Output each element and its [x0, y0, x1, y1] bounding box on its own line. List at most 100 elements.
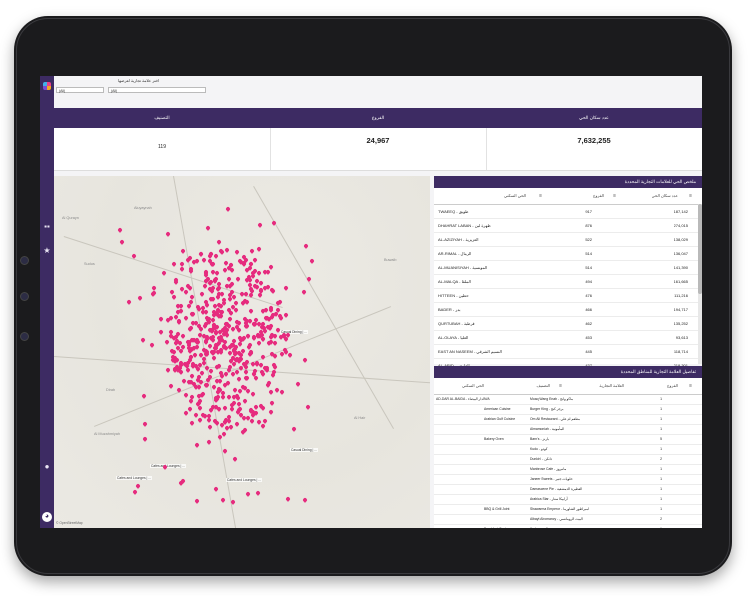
table-row[interactable]: AD-DAR AL-BAIDA - الدار البيضاء N/A Moaq W… — [434, 395, 702, 405]
map-pin[interactable] — [243, 267, 250, 273]
map-pin[interactable] — [187, 398, 194, 405]
table-row[interactable]: AR-RIMAL - الرمال 514 136,047 — [434, 247, 702, 261]
table-row[interactable]: AL-OLAYA - العليا 453 93,613 — [434, 331, 702, 345]
map-pin[interactable] — [244, 374, 251, 381]
map-pin[interactable] — [215, 294, 221, 300]
map-pin[interactable] — [164, 230, 171, 237]
table-row[interactable]: AL-AZIZIYAH - العزيزية 522 138,029 — [434, 233, 702, 247]
map-pin[interactable] — [226, 315, 233, 322]
map-pin[interactable] — [212, 485, 219, 492]
map-pin[interactable] — [282, 336, 289, 343]
table-row[interactable]: EAST AN NASEEM - النسيم الشرقي 445 118,714 — [434, 345, 702, 359]
table-row[interactable]: AL-MALQA - الملقا 494 161,665 — [434, 275, 702, 289]
map-pin[interactable] — [248, 349, 255, 355]
mic-icon[interactable]: ● — [40, 462, 54, 472]
map-pin[interactable] — [249, 248, 255, 255]
map-pin[interactable] — [283, 312, 289, 318]
map-pin[interactable] — [267, 408, 274, 415]
map-pin[interactable] — [198, 326, 205, 333]
table-row[interactable]: Janeer Sweets - حلويات جنير 1 — [434, 475, 702, 485]
table-row[interactable]: Dunkin' - دانكن 2 — [434, 455, 702, 465]
map-pin[interactable] — [237, 405, 244, 412]
map-pin[interactable] — [247, 341, 253, 348]
map-pin[interactable] — [230, 499, 237, 505]
map-pin[interactable] — [192, 351, 199, 358]
map-pin[interactable] — [183, 410, 190, 417]
map-pin[interactable] — [180, 333, 187, 339]
map-pin[interactable] — [301, 289, 307, 295]
map-pin[interactable] — [259, 404, 266, 411]
map-pin[interactable] — [285, 496, 292, 502]
map-pin[interactable] — [257, 280, 264, 286]
branch-map[interactable]: Al Qurayn Sudus Buwaib Aluyaynah Al Muza… — [54, 176, 430, 528]
map-pin[interactable] — [228, 424, 235, 430]
map-pin[interactable] — [216, 405, 222, 412]
map-pin[interactable] — [193, 442, 200, 448]
map-pin[interactable] — [270, 288, 277, 295]
map-pin[interactable] — [290, 426, 297, 432]
map-pin[interactable] — [256, 270, 263, 276]
table-row[interactable]: AL-MUANISIYAH - المونسية 514 141,390 — [434, 261, 702, 275]
map-pin[interactable] — [196, 416, 203, 423]
map-pin[interactable] — [180, 377, 187, 384]
map-pin[interactable] — [183, 315, 190, 321]
map-pin[interactable] — [295, 381, 301, 388]
map-pin[interactable] — [250, 390, 256, 397]
table-row[interactable]: Albayt Alromancy - البيت الرومانسي 2 — [434, 515, 702, 525]
map-pin[interactable] — [164, 367, 171, 374]
map-pin[interactable] — [119, 239, 126, 245]
map-pin[interactable] — [136, 295, 143, 301]
map-pin[interactable] — [170, 261, 177, 267]
map-pin[interactable] — [208, 368, 215, 375]
map-pin[interactable] — [214, 270, 221, 277]
map-pin[interactable] — [135, 483, 141, 490]
map-pin[interactable] — [199, 291, 205, 297]
map-pin[interactable] — [231, 293, 237, 300]
map-pin[interactable] — [207, 424, 213, 431]
map-pin[interactable] — [203, 308, 209, 315]
map-pin[interactable] — [184, 257, 191, 263]
map-pin[interactable] — [225, 205, 231, 212]
map-pin[interactable] — [249, 418, 255, 425]
table-row[interactable]: Almamoniah - المأمونية 1 — [434, 425, 702, 435]
map-pin[interactable] — [131, 489, 138, 496]
map-pin[interactable] — [161, 269, 168, 276]
map-pin[interactable] — [278, 389, 285, 395]
map-pin[interactable] — [252, 257, 259, 263]
map-pin[interactable] — [234, 420, 241, 427]
map-pin[interactable] — [189, 420, 195, 427]
map-pin[interactable] — [270, 368, 277, 375]
map-pin[interactable] — [210, 354, 217, 361]
map-pin[interactable] — [282, 284, 289, 291]
table-row[interactable]: Manbrose Cafe - مانبروز 1 — [434, 465, 702, 475]
map-pin[interactable] — [257, 222, 263, 228]
map-pin[interactable] — [253, 375, 259, 382]
map-pin[interactable] — [185, 367, 191, 373]
map-pin[interactable] — [193, 497, 200, 504]
map-pin[interactable] — [242, 398, 248, 405]
map-pin[interactable] — [180, 248, 186, 254]
filter-icon[interactable]: ≡ — [689, 188, 692, 204]
table-row[interactable]: Damascene Pie - الفطيرة الدمشقية 1 — [434, 485, 702, 495]
map-pin[interactable] — [126, 299, 133, 306]
filter-icon[interactable]: ≡ — [559, 378, 562, 394]
map-pin[interactable] — [163, 339, 170, 345]
map-pin[interactable] — [235, 376, 242, 382]
map-pin[interactable] — [171, 294, 178, 301]
map-pin[interactable] — [205, 225, 211, 232]
table-row[interactable]: Arabica Star - أرابيكا ستار 1 — [434, 495, 702, 505]
map-pin[interactable] — [232, 456, 238, 463]
map-pin[interactable] — [256, 246, 263, 253]
star-icon[interactable]: ★ — [40, 246, 54, 256]
map-pin[interactable] — [189, 373, 196, 380]
map-pin[interactable] — [233, 307, 239, 314]
category-select[interactable]: (All) — [108, 87, 206, 93]
map-pin[interactable] — [287, 352, 294, 358]
map-pin[interactable] — [222, 405, 228, 412]
map-pin[interactable] — [308, 258, 315, 265]
table-row[interactable]: HITTEEN - حطين 476 111,216 — [434, 289, 702, 303]
map-pin[interactable] — [216, 238, 222, 245]
map-pin[interactable] — [219, 394, 226, 400]
brand-select[interactable]: (All) — [56, 87, 104, 93]
summary-scrollbar[interactable] — [698, 204, 702, 364]
